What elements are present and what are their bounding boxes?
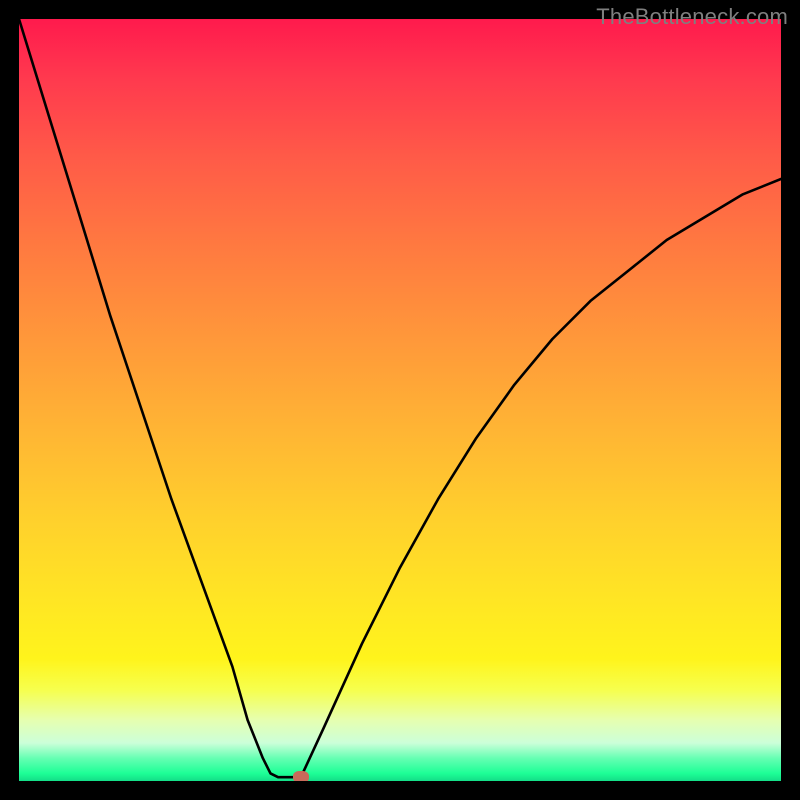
bottleneck-curve: [19, 19, 781, 777]
chart-frame: TheBottleneck.com: [0, 0, 800, 800]
curve-svg: [19, 19, 781, 781]
watermark-text: TheBottleneck.com: [596, 4, 788, 30]
plot-area: [19, 19, 781, 781]
min-marker: [293, 771, 309, 781]
